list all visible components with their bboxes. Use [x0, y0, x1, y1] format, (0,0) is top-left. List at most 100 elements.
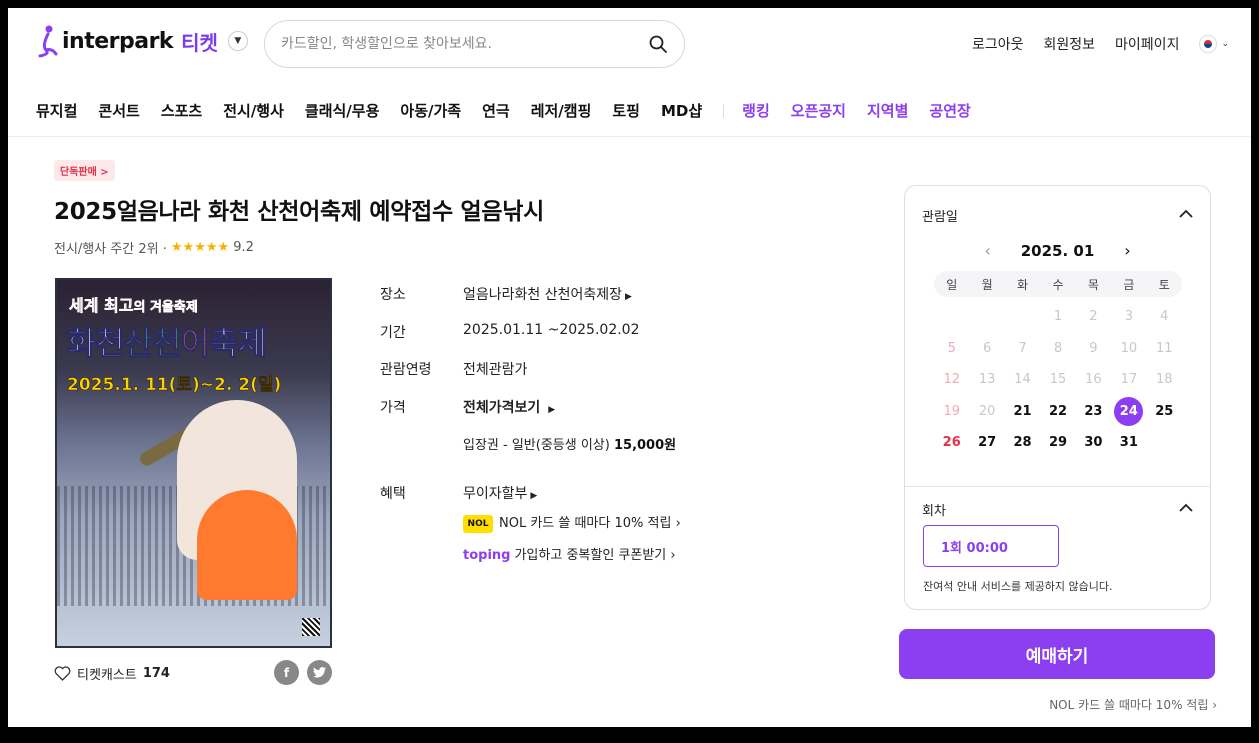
nav-item-musical[interactable]: 뮤지컬 — [36, 100, 77, 121]
session-option[interactable]: 1회 00:00 — [923, 525, 1059, 567]
search-bar — [264, 20, 685, 68]
installment-text: 무이자할부 — [463, 486, 528, 502]
logo[interactable]: interpark 티켓 ▼ — [36, 24, 248, 58]
calendar-day[interactable]: 28 — [1005, 435, 1040, 450]
nav-divider-line — [8, 136, 1251, 137]
nav-divider — [723, 103, 725, 118]
info-label: 가격 — [380, 400, 406, 416]
calendar-day: 3 — [1124, 309, 1133, 325]
calendar-day: 13 — [978, 372, 996, 388]
chevron-up-icon[interactable] — [1178, 206, 1194, 222]
calendar-day[interactable]: 23 — [1076, 404, 1111, 419]
calendar-day: 5 — [947, 340, 956, 356]
nav-item-family[interactable]: 아동/가족 — [400, 100, 461, 121]
nav-item-venue[interactable]: 공연장 — [929, 100, 970, 121]
weekday-label: 월 — [981, 277, 993, 292]
heart-icon[interactable] — [54, 666, 71, 681]
poster-title-part: 산천 — [123, 324, 182, 363]
logo-ticket-text: 티켓 — [181, 30, 218, 55]
chevron-up-icon[interactable] — [1178, 500, 1194, 516]
poster-image[interactable]: 세계 최고의 겨울축제 화천산천어축제 2025.1. 11(토)~2. 2(일… — [55, 278, 332, 648]
price-detail-text: 입장권 - 일반(중등생 이상) — [463, 438, 610, 453]
venue-link[interactable]: 얼음나라화천 산천어축제장 ▶ — [463, 284, 632, 304]
age-value: 전체관람가 — [463, 362, 528, 378]
nav-item-leisure[interactable]: 레저/캠핑 — [531, 100, 592, 121]
mypage-link[interactable]: 마이페이지 — [1115, 34, 1179, 54]
logout-link[interactable]: 로그아웃 — [972, 34, 1024, 54]
price-amount: 15,000원 — [613, 438, 677, 453]
weekday-label: 금 — [1123, 277, 1135, 292]
calendar-day: 4 — [1160, 309, 1169, 325]
search-icon[interactable] — [648, 34, 668, 54]
weekday-header: 일 월 화 수 목 금 토 — [934, 271, 1182, 297]
calendar-day[interactable]: 27 — [969, 435, 1004, 450]
page: interpark 티켓 ▼ 로그아웃 회원정보 마이페이지 ⌄ 뮤지컬 콘서트… — [8, 8, 1251, 727]
caret-right-icon: ▶ — [625, 292, 632, 302]
search-input[interactable] — [281, 36, 648, 52]
nav-item-ranking[interactable]: 랭킹 — [742, 100, 770, 121]
calendar-day[interactable]: 22 — [1040, 404, 1075, 419]
weekday-label: 토 — [1158, 277, 1170, 292]
nol-benefit-text: NOL 카드 쓸 때마다 10% 적립 — [499, 516, 672, 531]
product-meta: 전시/행사 주간 2위 · ★★★★★ 9.2 — [54, 238, 254, 257]
nav-item-open-notice[interactable]: 오픈공지 — [791, 100, 846, 121]
nol-benefit-link[interactable]: NOL NOL 카드 쓸 때마다 10% 적립 › — [463, 512, 681, 533]
logo-text: interpark — [62, 28, 174, 54]
next-month-icon[interactable]: › — [1124, 241, 1130, 260]
poster-dates: 2025.1. 11(토)~2. 2(일) — [67, 375, 282, 396]
language-selector[interactable]: ⌄ — [1199, 35, 1229, 53]
poster-tagline-white: 의 겨울축제 — [133, 300, 198, 316]
nol-logo-icon: NOL — [463, 514, 493, 533]
calendar-day: 7 — [1018, 340, 1027, 356]
nav-item-mdshop[interactable]: MD샵 — [661, 100, 702, 121]
exclusive-badge[interactable]: 단독판매 > — [54, 160, 115, 181]
toping-benefit-link[interactable]: toping 가입하고 중복할인 쿠폰받기 › — [463, 544, 676, 563]
nav-item-sports[interactable]: 스포츠 — [161, 100, 202, 121]
ticketcast-label: 티켓캐스트 — [77, 668, 137, 683]
calendar-day: 10 — [1120, 340, 1138, 356]
toping-benefit-text: 가입하고 중복할인 쿠폰받기 — [514, 548, 667, 563]
share-buttons: f — [274, 660, 332, 685]
poster-tagline: 세계 최고의 겨울축제 — [69, 292, 198, 316]
caret-right-icon: ▶ — [548, 405, 556, 415]
nav-item-theater[interactable]: 연극 — [482, 100, 510, 121]
nav-item-toping[interactable]: 토핑 — [612, 100, 640, 121]
ticketcast[interactable]: 티켓캐스트 174 — [54, 664, 170, 683]
calendar-day[interactable]: 30 — [1076, 435, 1111, 450]
calendar-day[interactable]: 21 — [1005, 404, 1040, 419]
caret-right-icon: ▶ — [530, 491, 538, 501]
calendar-day[interactable]: 25 — [1147, 404, 1182, 419]
book-button[interactable]: 예매하기 — [899, 629, 1215, 679]
calendar-day[interactable]: 31 — [1111, 435, 1146, 450]
member-info-link[interactable]: 회원정보 — [1044, 34, 1096, 54]
weekday-label: 목 — [1087, 277, 1099, 292]
nav-item-concert[interactable]: 콘서트 — [98, 100, 139, 121]
interpark-logo-icon — [38, 25, 58, 58]
chevron-down-icon: ⌄ — [1221, 39, 1229, 49]
rating-score: 9.2 — [233, 240, 254, 255]
nav-item-classic[interactable]: 클래식/무용 — [305, 100, 379, 121]
chevron-down-icon[interactable]: ▼ — [227, 31, 248, 51]
seat-notice: 잔여석 안내 서비스를 제공하지 않습니다. — [923, 580, 1113, 593]
installment-link[interactable]: 무이자할부 ▶ — [463, 483, 537, 503]
calendar-day-selected[interactable]: 24 — [1111, 396, 1146, 426]
calendar-day: 12 — [943, 372, 960, 388]
venue-value: 얼음나라화천 산천어축제장 — [463, 287, 623, 303]
nav-item-region[interactable]: 지역별 — [867, 100, 908, 121]
weekday-label: 수 — [1052, 277, 1064, 292]
facebook-icon[interactable]: f — [274, 660, 299, 685]
prev-month-icon[interactable]: ‹ — [984, 241, 990, 260]
twitter-icon[interactable] — [307, 660, 332, 685]
calendar-day: 17 — [1120, 372, 1138, 388]
calendar-day[interactable]: 29 — [1040, 435, 1075, 450]
calendar-day: 15 — [1049, 372, 1067, 388]
weekday-label: 일 — [946, 277, 958, 292]
view-all-prices-link[interactable]: 전체가격보기 ▶ — [463, 397, 555, 417]
info-label: 혜택 — [380, 486, 406, 502]
qr-code-icon — [302, 618, 320, 636]
nol-card-note-link[interactable]: NOL 카드 쓸 때마다 10% 적립 › — [1049, 696, 1217, 713]
calendar-day[interactable]: 26 — [934, 435, 969, 450]
poster-title-part: 어 — [180, 324, 210, 363]
nav-item-exhibition[interactable]: 전시/행사 — [223, 100, 284, 121]
session-heading: 회차 — [922, 504, 946, 519]
